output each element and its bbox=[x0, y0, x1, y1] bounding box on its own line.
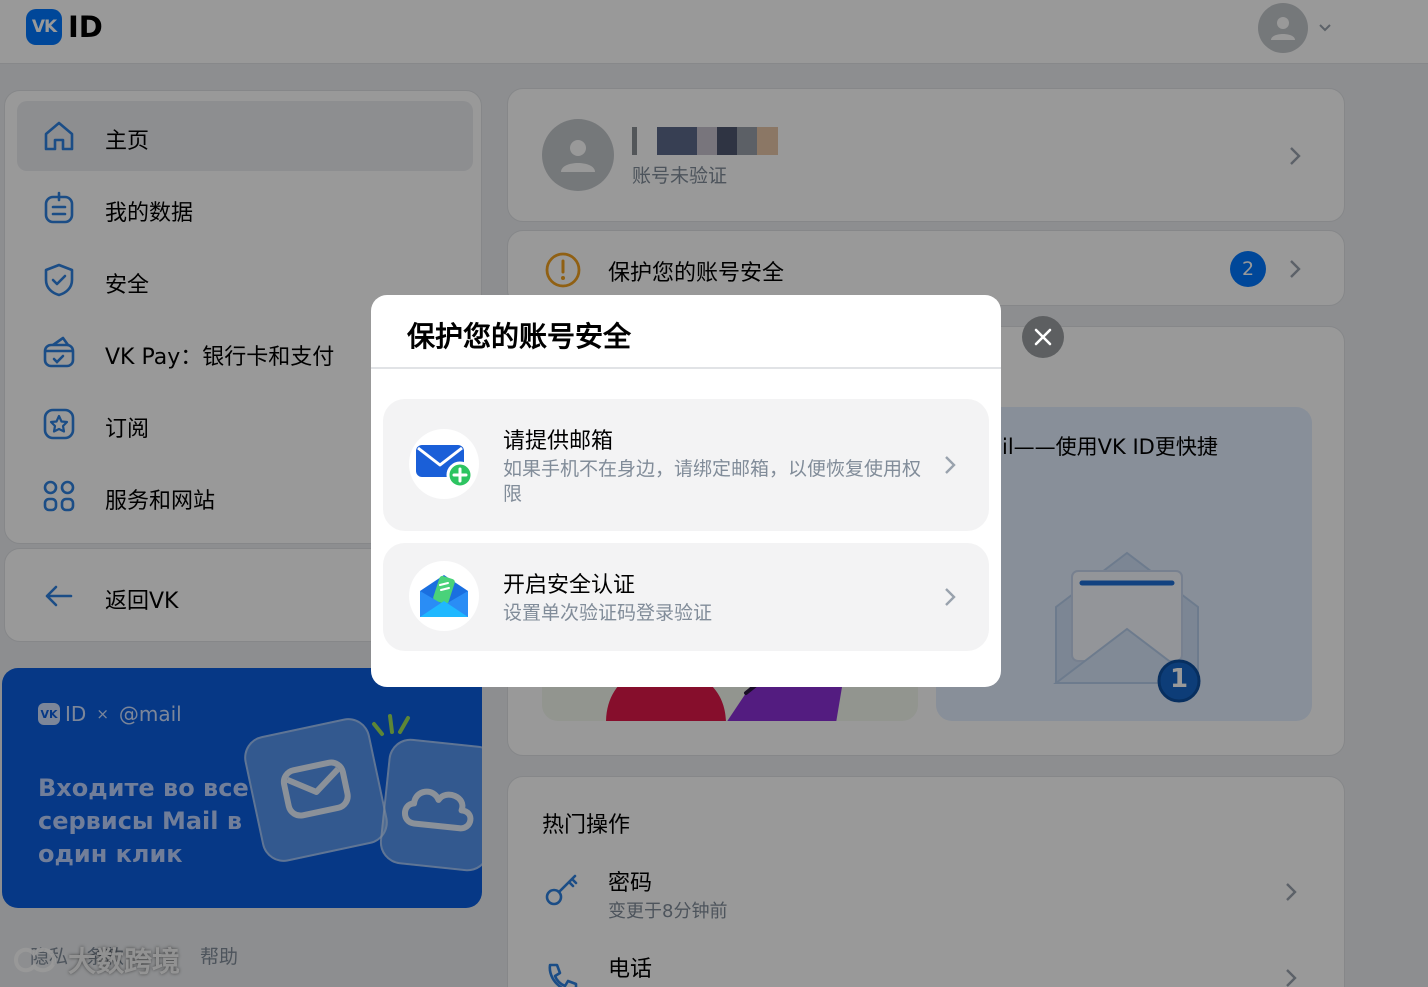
option-title: 开启安全认证 bbox=[503, 573, 636, 598]
option-add-email[interactable]: 请提供邮箱 如果手机不在身边，请绑定邮箱，以便恢复使用权限 bbox=[383, 399, 989, 531]
option-icon-wrap bbox=[409, 429, 479, 499]
modal-divider bbox=[371, 367, 1001, 369]
modal-close-button[interactable] bbox=[1022, 316, 1064, 358]
two-factor-mail-icon bbox=[420, 575, 468, 617]
option-enable-2fa[interactable]: 开启安全认证 设置单次验证码登录验证 bbox=[383, 543, 989, 651]
close-icon bbox=[1034, 328, 1052, 346]
chevron-right-icon bbox=[945, 588, 956, 606]
option-icon-wrap bbox=[409, 561, 479, 631]
protect-account-modal: 保护您的账号安全 请提供邮箱 如果手机不在身边，请绑定邮箱，以便恢复使用权限 开… bbox=[371, 295, 1001, 687]
chevron-right-icon bbox=[945, 456, 956, 474]
email-add-icon bbox=[416, 445, 474, 489]
option-description: 设置单次验证码登录验证 bbox=[503, 602, 713, 624]
option-description: 如果手机不在身边，请绑定邮箱，以便恢复使用权限 bbox=[503, 458, 922, 505]
modal-title: 保护您的账号安全 bbox=[407, 320, 632, 353]
option-title: 请提供邮箱 bbox=[503, 429, 614, 454]
